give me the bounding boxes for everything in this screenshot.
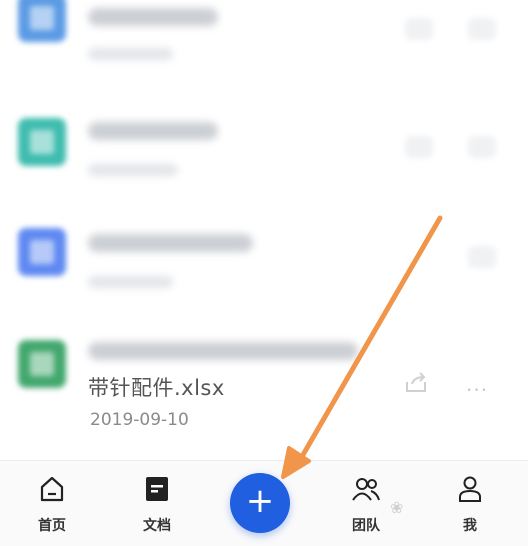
- doc-file-icon: [18, 118, 66, 166]
- list-item[interactable]: [0, 112, 528, 224]
- more-icon[interactable]: [468, 246, 496, 268]
- doc-file-icon: [18, 0, 66, 42]
- blurred-file-name: [88, 8, 218, 26]
- list-item[interactable]: [0, 336, 528, 448]
- blurred-file-meta: [88, 276, 173, 288]
- add-button[interactable]: +: [230, 473, 290, 533]
- share-icon[interactable]: [404, 372, 430, 394]
- share-icon[interactable]: [405, 18, 433, 40]
- file-date: 2019-09-10: [90, 410, 189, 430]
- blurred-file-name: [88, 122, 218, 140]
- tab-home-label: 首页: [38, 518, 66, 534]
- blurred-file-name: [88, 342, 358, 360]
- blurred-file-meta: [88, 164, 178, 176]
- tab-docs[interactable]: 文档: [117, 461, 197, 546]
- share-icon[interactable]: [405, 136, 433, 158]
- document-icon: [146, 477, 168, 501]
- doc-file-icon: [18, 228, 66, 276]
- file-list: 带针配件.xlsx 2019-09-10 ···: [0, 0, 528, 460]
- more-icon[interactable]: ···: [466, 378, 488, 402]
- list-item[interactable]: [0, 224, 528, 336]
- team-icon: [352, 478, 380, 501]
- tab-docs-label: 文档: [143, 518, 171, 534]
- blurred-file-meta: [88, 48, 173, 60]
- watermark-logo-icon: ❀: [390, 498, 404, 517]
- more-icon[interactable]: [468, 136, 496, 158]
- list-item[interactable]: [0, 0, 528, 112]
- file-name: 带针配件.xlsx: [88, 376, 225, 400]
- blurred-file-name: [88, 234, 253, 252]
- xlsx-file-icon: [18, 340, 66, 388]
- watermark: ❀: [390, 496, 525, 536]
- tab-home[interactable]: 首页: [12, 461, 92, 546]
- more-icon[interactable]: [468, 18, 496, 40]
- home-icon: [40, 476, 64, 502]
